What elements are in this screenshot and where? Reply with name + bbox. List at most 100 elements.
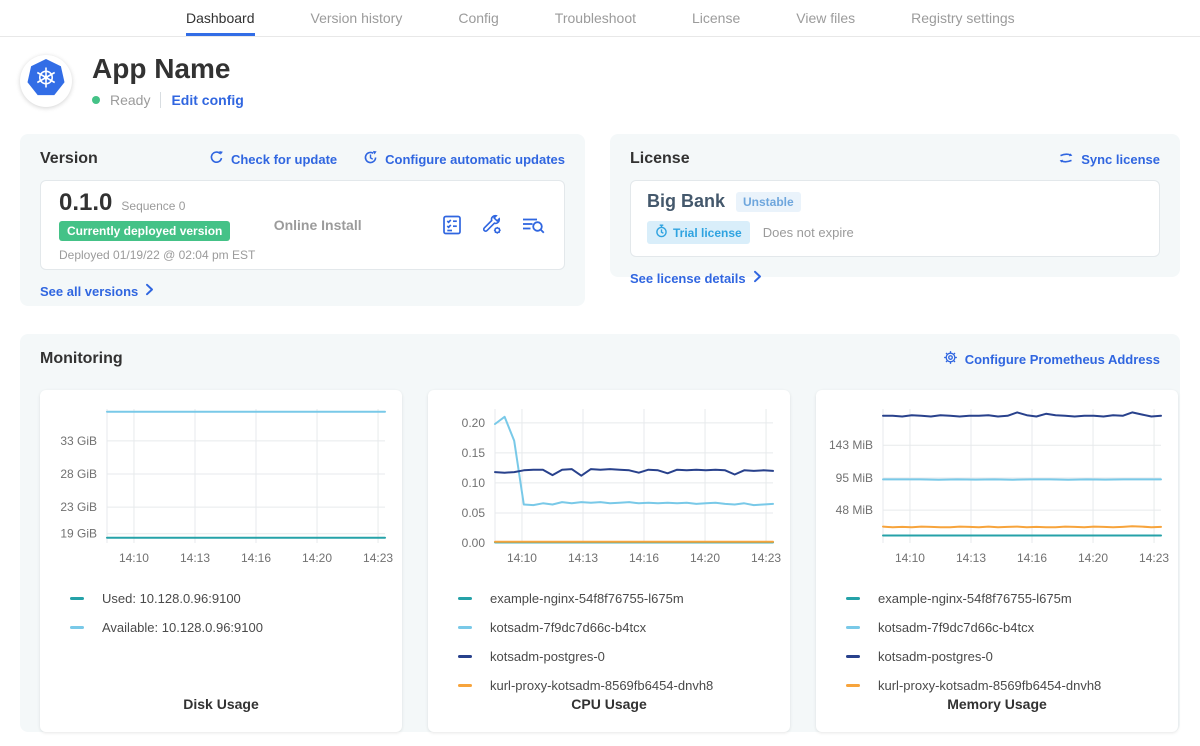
series-label: example-nginx-54f8f76755-l675m	[878, 591, 1072, 606]
monitoring-section: Monitoring Configure Prometheus Address	[20, 334, 1180, 732]
configure-prometheus-label: Configure Prometheus Address	[965, 352, 1160, 367]
svg-text:14:13: 14:13	[568, 551, 598, 565]
status-dot-icon	[92, 96, 100, 104]
svg-text:14:10: 14:10	[507, 551, 537, 565]
disk-usage-chart: 14:1014:1314:1614:2014:2319 GiB23 GiB28 …	[40, 396, 402, 571]
svg-text:14:23: 14:23	[1139, 551, 1169, 565]
cpu-usage-legend: example-nginx-54f8f76755-l675m kotsadm-7…	[458, 584, 790, 700]
configure-auto-updates-link[interactable]: Configure automatic updates	[363, 150, 565, 168]
cpu-usage-chart: 14:1014:1314:1614:2014:230.000.050.100.1…	[428, 396, 790, 571]
tab-troubleshoot[interactable]: Troubleshoot	[555, 0, 636, 36]
deployed-badge: Currently deployed version	[59, 221, 230, 241]
series-swatch	[458, 626, 472, 629]
app-title: App Name	[92, 53, 244, 85]
series-label: kotsadm-7f9dc7d66c-b4tcx	[878, 620, 1034, 635]
svg-text:33 GiB: 33 GiB	[60, 434, 97, 448]
see-license-details-link[interactable]: See license details	[630, 270, 762, 286]
preflight-checks-icon[interactable]	[440, 213, 464, 237]
version-card-title: Version	[40, 150, 98, 168]
svg-text:14:23: 14:23	[751, 551, 781, 565]
sync-icon	[1058, 151, 1074, 168]
series-swatch	[70, 597, 84, 600]
svg-text:14:20: 14:20	[1078, 551, 1108, 565]
license-card-title: License	[630, 150, 690, 168]
chart-title: CPU Usage	[428, 696, 790, 712]
legend-item: Available: 10.128.0.96:9100	[70, 613, 402, 642]
svg-text:143 MiB: 143 MiB	[829, 438, 873, 452]
edit-config-link[interactable]: Edit config	[171, 92, 243, 108]
current-version-row: 0.1.0 Sequence 0 Currently deployed vers…	[40, 180, 565, 270]
version-card: Version Check for update	[20, 134, 585, 306]
svg-text:95 MiB: 95 MiB	[836, 471, 873, 485]
edit-config-gear-icon[interactable]	[480, 213, 504, 237]
svg-text:14:16: 14:16	[1017, 551, 1047, 565]
series-swatch	[846, 655, 860, 658]
series-label: kotsadm-7f9dc7d66c-b4tcx	[490, 620, 646, 635]
svg-text:19 GiB: 19 GiB	[60, 527, 97, 541]
tab-license[interactable]: License	[692, 0, 740, 36]
license-summary-row: Big Bank Unstable Trial license Do	[630, 180, 1160, 257]
svg-text:0.20: 0.20	[462, 416, 486, 430]
license-card: License Sync license Big Bank Unstable	[610, 134, 1180, 277]
app-logo	[20, 55, 72, 107]
install-type-label: Online Install	[274, 217, 362, 233]
schedule-update-icon	[363, 150, 378, 168]
series-swatch	[846, 597, 860, 600]
view-logs-icon[interactable]	[520, 213, 546, 237]
svg-text:48 MiB: 48 MiB	[836, 503, 873, 517]
sync-license-label: Sync license	[1081, 152, 1160, 167]
see-all-versions-link[interactable]: See all versions	[40, 283, 154, 299]
check-for-update-link[interactable]: Check for update	[209, 150, 337, 168]
gear-icon	[943, 350, 958, 368]
svg-text:14:20: 14:20	[690, 551, 720, 565]
svg-text:14:23: 14:23	[363, 551, 393, 565]
series-label: kotsadm-postgres-0	[490, 649, 605, 664]
legend-item: kotsadm-postgres-0	[846, 642, 1178, 671]
license-type-badge: Trial license	[647, 221, 750, 244]
license-expiry: Does not expire	[763, 225, 854, 240]
legend-item: example-nginx-54f8f76755-l675m	[846, 584, 1178, 613]
see-license-details-label: See license details	[630, 271, 746, 286]
divider	[160, 92, 161, 108]
memory-usage-chart: 14:10 14:13 14:16 14:20 14:23 48 MiB 95 MiB 143…	[816, 396, 1178, 571]
configure-auto-updates-label: Configure automatic updates	[385, 152, 565, 167]
svg-text:14:10: 14:10	[119, 551, 149, 565]
check-for-update-label: Check for update	[231, 152, 337, 167]
svg-text:14:16: 14:16	[241, 551, 271, 565]
series-label: kurl-proxy-kotsadm-8569fb6454-dnvh8	[878, 678, 1101, 693]
series-swatch	[458, 655, 472, 658]
memory-usage-legend: example-nginx-54f8f76755-l675m kotsadm-7…	[846, 584, 1178, 700]
cards-row: Version Check for update	[20, 134, 1180, 306]
tab-dashboard[interactable]: Dashboard	[186, 0, 255, 36]
monitoring-title: Monitoring	[40, 350, 123, 368]
legend-item: kotsadm-7f9dc7d66c-b4tcx	[846, 613, 1178, 642]
svg-text:14:10: 14:10	[895, 551, 925, 565]
series-label: kotsadm-postgres-0	[878, 649, 993, 664]
series-swatch	[846, 684, 860, 687]
tab-config[interactable]: Config	[458, 0, 498, 36]
svg-text:14:13: 14:13	[180, 551, 210, 565]
svg-text:28 GiB: 28 GiB	[60, 467, 97, 481]
see-all-versions-label: See all versions	[40, 284, 138, 299]
configure-prometheus-link[interactable]: Configure Prometheus Address	[943, 350, 1160, 368]
svg-text:0.00: 0.00	[462, 536, 486, 550]
disk-usage-card: 14:1014:1314:1614:2014:2319 GiB23 GiB28 …	[40, 390, 402, 732]
sync-license-link[interactable]: Sync license	[1058, 151, 1160, 168]
legend-item: kotsadm-postgres-0	[458, 642, 790, 671]
svg-text:14:16: 14:16	[629, 551, 659, 565]
tab-version-history[interactable]: Version history	[311, 0, 403, 36]
version-sequence: Sequence 0	[121, 199, 185, 213]
svg-text:14:13: 14:13	[956, 551, 986, 565]
tab-registry-settings[interactable]: Registry settings	[911, 0, 1014, 36]
channel-badge: Unstable	[736, 192, 801, 212]
tab-view-files[interactable]: View files	[796, 0, 855, 36]
kubernetes-icon	[26, 58, 66, 103]
cpu-usage-card: 14:1014:1314:1614:2014:230.000.050.100.1…	[428, 390, 790, 732]
refresh-icon	[209, 150, 224, 168]
version-number: 0.1.0	[59, 189, 112, 217]
legend-item: Used: 10.128.0.96:9100	[70, 584, 402, 613]
series-label: Available: 10.128.0.96:9100	[102, 620, 263, 635]
chevron-right-icon	[145, 283, 154, 299]
svg-text:23 GiB: 23 GiB	[60, 500, 97, 514]
series-swatch	[846, 626, 860, 629]
